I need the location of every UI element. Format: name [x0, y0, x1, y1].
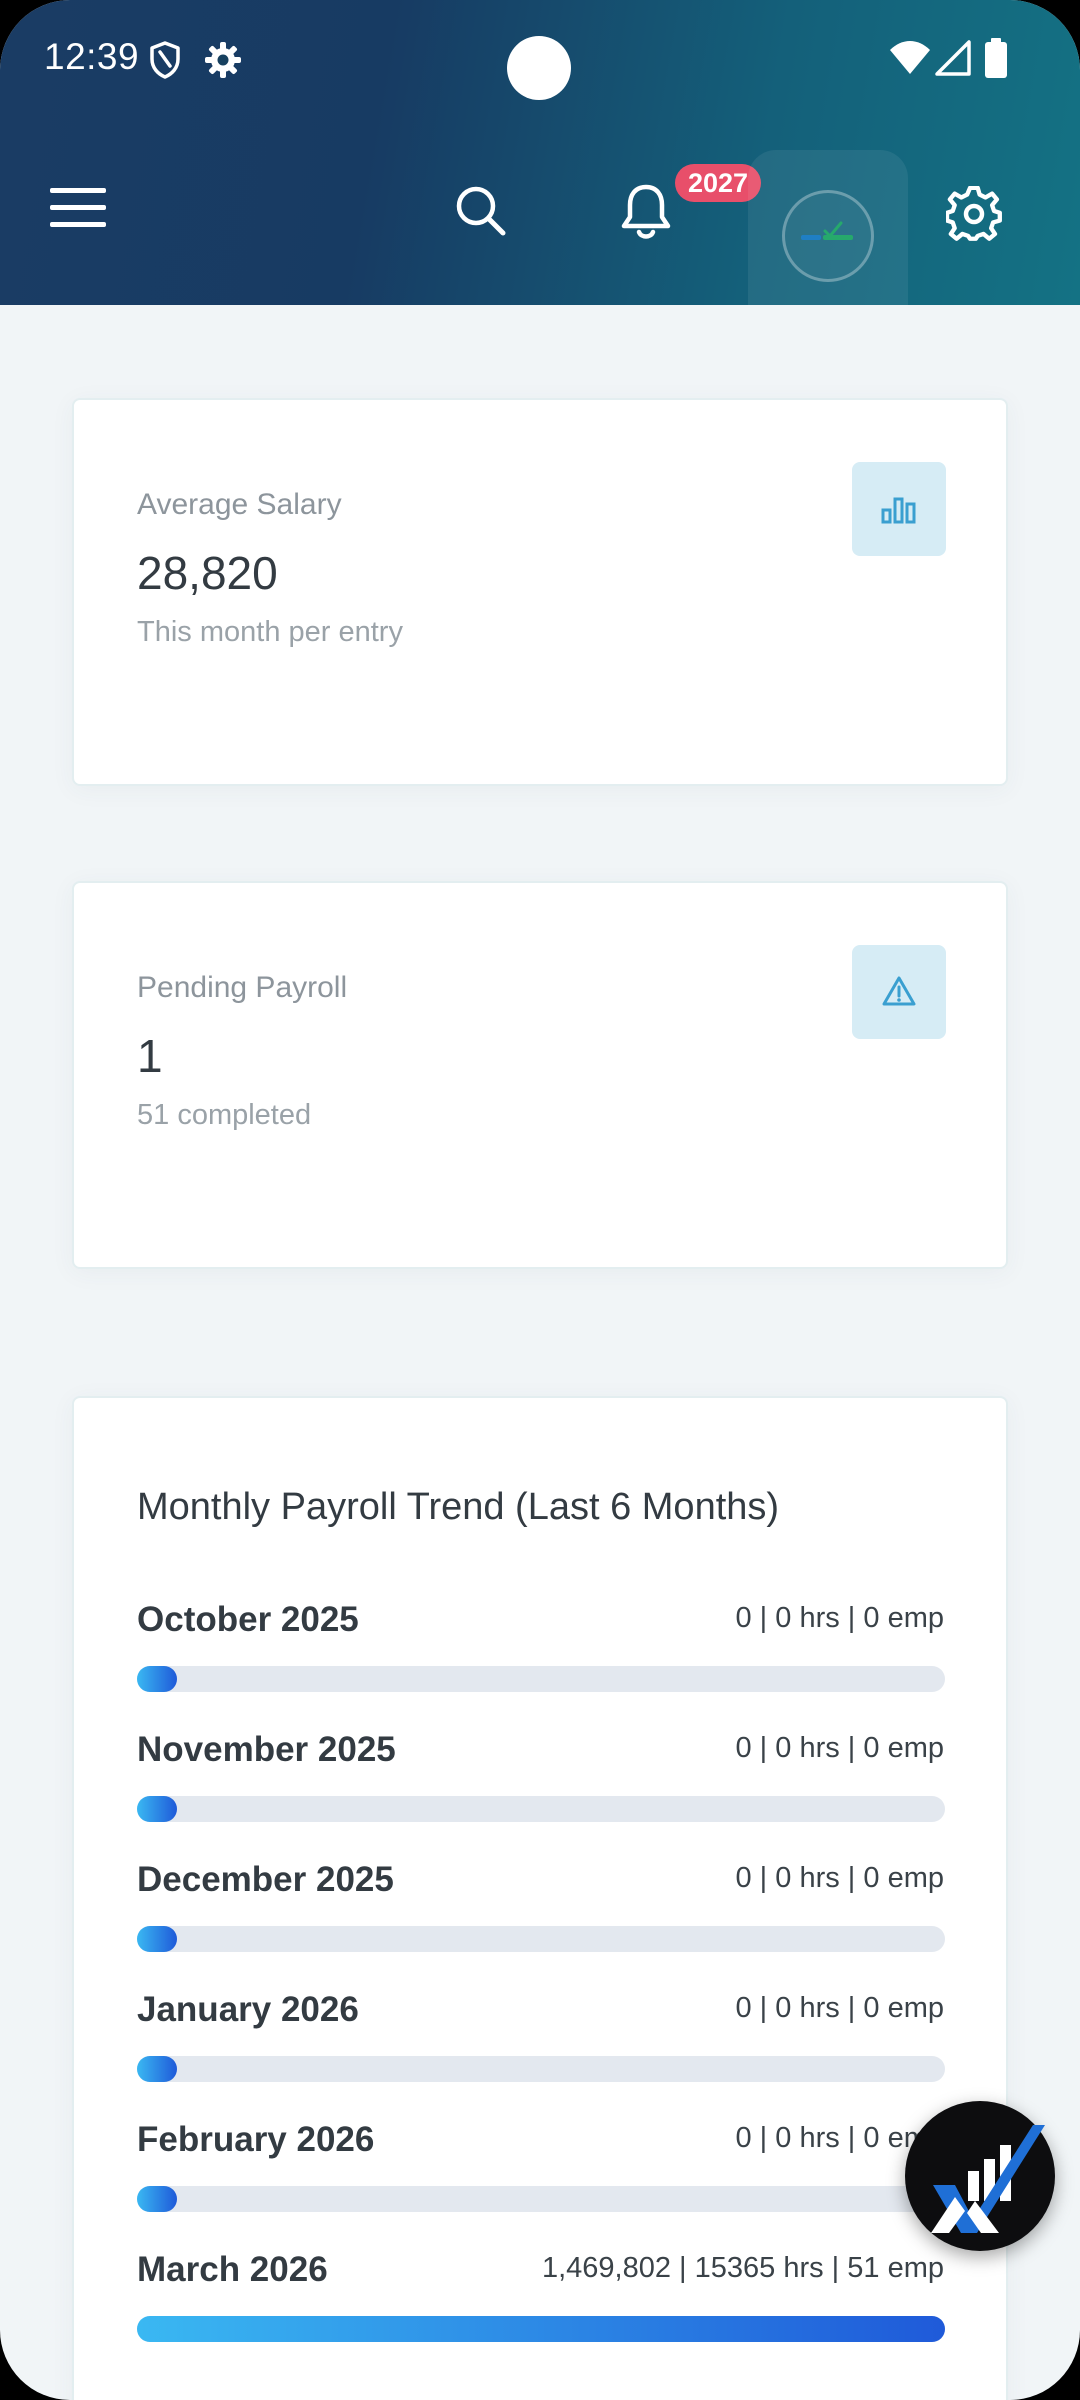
trend-month-label: January 2026: [137, 1990, 359, 2029]
pending-payroll-card[interactable]: Pending Payroll 1 51 completed: [72, 881, 1008, 1269]
company-logo-icon: [801, 221, 853, 240]
trend-progress-track: [137, 1796, 945, 1822]
app-screen: 12:39 2027 Average Salary 28,820 This mo…: [0, 0, 1080, 2400]
battery-icon: [985, 38, 1007, 78]
floating-action-button[interactable]: [905, 2101, 1055, 2251]
trend-month-label: October 2025: [137, 1600, 359, 1639]
status-time: 12:39: [44, 36, 140, 77]
average-salary-label: Average Salary: [137, 488, 342, 521]
trend-progress-fill: [137, 1796, 178, 1822]
trend-stats: 0 | 0 hrs | 0 emp: [735, 1992, 945, 2024]
trend-stats: 0 | 0 hrs | 0 emp: [735, 1862, 945, 1894]
camera-cutout: [507, 36, 571, 100]
average-salary-icon-box: [852, 462, 946, 556]
trend-progress-fill: [137, 2056, 178, 2082]
menu-icon[interactable]: [50, 188, 106, 228]
warning-icon: [882, 976, 916, 1006]
pending-payroll-label: Pending Payroll: [137, 971, 348, 1004]
trend-stats: 1,469,802 | 15365 hrs | 51 emp: [541, 2252, 944, 2284]
average-salary-card[interactable]: Average Salary 28,820 This month per ent…: [72, 398, 1008, 786]
pending-payroll-icon-box: [852, 945, 946, 1039]
shield-icon: [150, 41, 180, 79]
trend-progress-track: [137, 2186, 945, 2212]
trend-stats: 0 | 0 hrs | 0 emp: [735, 1602, 945, 1634]
bell-icon[interactable]: [620, 182, 672, 240]
trend-progress-fill: [137, 1666, 178, 1692]
gear-icon: [205, 42, 241, 78]
trend-progress-track: [137, 2056, 945, 2082]
trend-month-label: December 2025: [137, 1860, 394, 1899]
search-icon[interactable]: [455, 185, 507, 237]
average-salary-sub: This month per entry: [137, 616, 403, 648]
trend-month-label: February 2026: [137, 2120, 375, 2159]
trend-month-label: March 2026: [137, 2250, 328, 2289]
bar-chart-icon: [881, 497, 916, 524]
trend-title: Monthly Payroll Trend (Last 6 Months): [137, 1486, 780, 1528]
avatar[interactable]: [782, 190, 874, 282]
trend-progress-fill: [137, 2316, 945, 2342]
trend-progress-track: [137, 1666, 945, 1692]
logo-checkmark-icon: [931, 2125, 1045, 2233]
trend-stats: 0 | 0 hrs | 0 emp: [735, 1732, 945, 1764]
pending-payroll-sub: 51 completed: [137, 1099, 312, 1131]
wifi-icon: [890, 41, 930, 74]
trend-progress-track: [137, 1926, 945, 1952]
trend-progress-fill: [137, 1926, 178, 1952]
signal-icon: [935, 40, 971, 76]
settings-icon[interactable]: [946, 186, 1002, 242]
pending-payroll-value: 1: [137, 1030, 163, 1082]
app-header: 12:39 2027: [0, 0, 1080, 305]
trend-month-label: November 2025: [137, 1730, 396, 1769]
trend-progress-fill: [137, 2186, 178, 2212]
payroll-trend-card: Monthly Payroll Trend (Last 6 Months) Oc…: [72, 1396, 1008, 2400]
average-salary-value: 28,820: [137, 547, 278, 599]
trend-progress-track: [137, 2316, 945, 2342]
